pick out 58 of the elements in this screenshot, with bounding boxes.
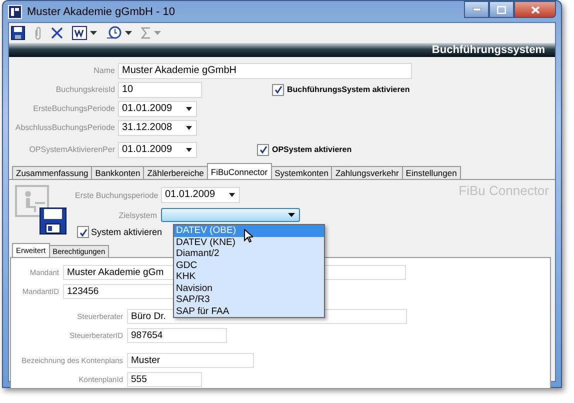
banner-title: Buchführungssystem	[432, 44, 545, 56]
checkbox[interactable]	[77, 226, 89, 238]
date-field[interactable]: 01.01.2009	[118, 142, 197, 158]
clock-icon[interactable]	[106, 26, 122, 40]
person-at-desk-icon	[15, 185, 49, 217]
caret-icon[interactable]	[125, 31, 132, 35]
field-label: OPSystemAktivierenPer	[28, 145, 115, 154]
minimize-icon	[472, 8, 480, 11]
input-field[interactable]: Muster Akademie gGmbH	[118, 62, 412, 78]
tab[interactable]: Zahlungsverkehr	[331, 166, 403, 179]
input-field[interactable]: Muster	[127, 353, 254, 368]
dropdown-option[interactable]: KHK	[174, 271, 324, 282]
checkbox-label: System aktivieren	[91, 227, 162, 237]
field-label: ErsteBuchungsPeriode	[32, 104, 115, 113]
dropdown-option[interactable]: SAP für FAA	[174, 306, 324, 317]
window-title: Muster Akademie gGmbH - 10	[27, 6, 175, 18]
checkbox-label: OPSystem aktivieren	[272, 145, 352, 154]
input-field[interactable]: 10	[118, 82, 202, 98]
field-label: Erste Buchungsperiode	[75, 190, 157, 200]
dropdown-option[interactable]: Diamant/2	[174, 248, 324, 260]
dropdown-caret-icon	[186, 106, 192, 110]
paperclip-icon[interactable]	[34, 26, 42, 40]
date-field[interactable]: 01.01.2009	[118, 100, 197, 116]
maximize-button[interactable]	[489, 1, 514, 18]
maximize-icon	[497, 6, 506, 14]
close-button[interactable]	[514, 1, 556, 18]
dropdown-caret-icon	[288, 213, 295, 217]
field-label: Name	[92, 66, 115, 75]
minimize-button[interactable]	[464, 1, 489, 18]
date-field[interactable]: 31.12.2008	[118, 120, 197, 136]
app-icon	[8, 4, 22, 18]
dropdown-field[interactable]	[161, 208, 300, 222]
checkbox[interactable]	[272, 84, 284, 96]
tab[interactable]: Bankkonten	[91, 166, 144, 179]
dropdown-caret-icon	[229, 193, 235, 197]
field-label: Zielsystem	[118, 210, 157, 220]
date-field[interactable]: 01.01.2009	[161, 187, 240, 203]
dropdown-caret-icon	[186, 148, 192, 152]
tab[interactable]: Einstellungen	[402, 166, 461, 179]
close-icon	[530, 6, 540, 14]
dropdown-option[interactable]: GDC	[174, 260, 324, 271]
dropdown-option[interactable]: DATEV (KNE)	[174, 236, 324, 248]
checkbox-label: BuchführungsSystem aktivieren	[287, 85, 410, 94]
mouse-pointer-icon	[244, 229, 253, 243]
input-field[interactable]: 987654	[127, 328, 227, 343]
word-document-icon[interactable]	[72, 26, 87, 40]
tab[interactable]: Systemkonten	[270, 166, 332, 179]
input-field[interactable]: 555	[127, 372, 202, 387]
field-label: BuchungskreisId	[54, 85, 115, 94]
dropdown-caret-icon	[186, 126, 192, 130]
save-icon[interactable]	[11, 26, 25, 40]
caret-icon[interactable]	[90, 31, 97, 35]
tab[interactable]: Zusammenfassung	[12, 166, 92, 179]
delete-icon[interactable]	[51, 27, 63, 39]
tab[interactable]: FiBuConnector	[206, 163, 272, 179]
checkbox[interactable]	[257, 144, 269, 156]
field-label: AbschlussBuchungsPeriode	[14, 123, 115, 132]
tab[interactable]: Zählerbereiche	[143, 166, 208, 179]
